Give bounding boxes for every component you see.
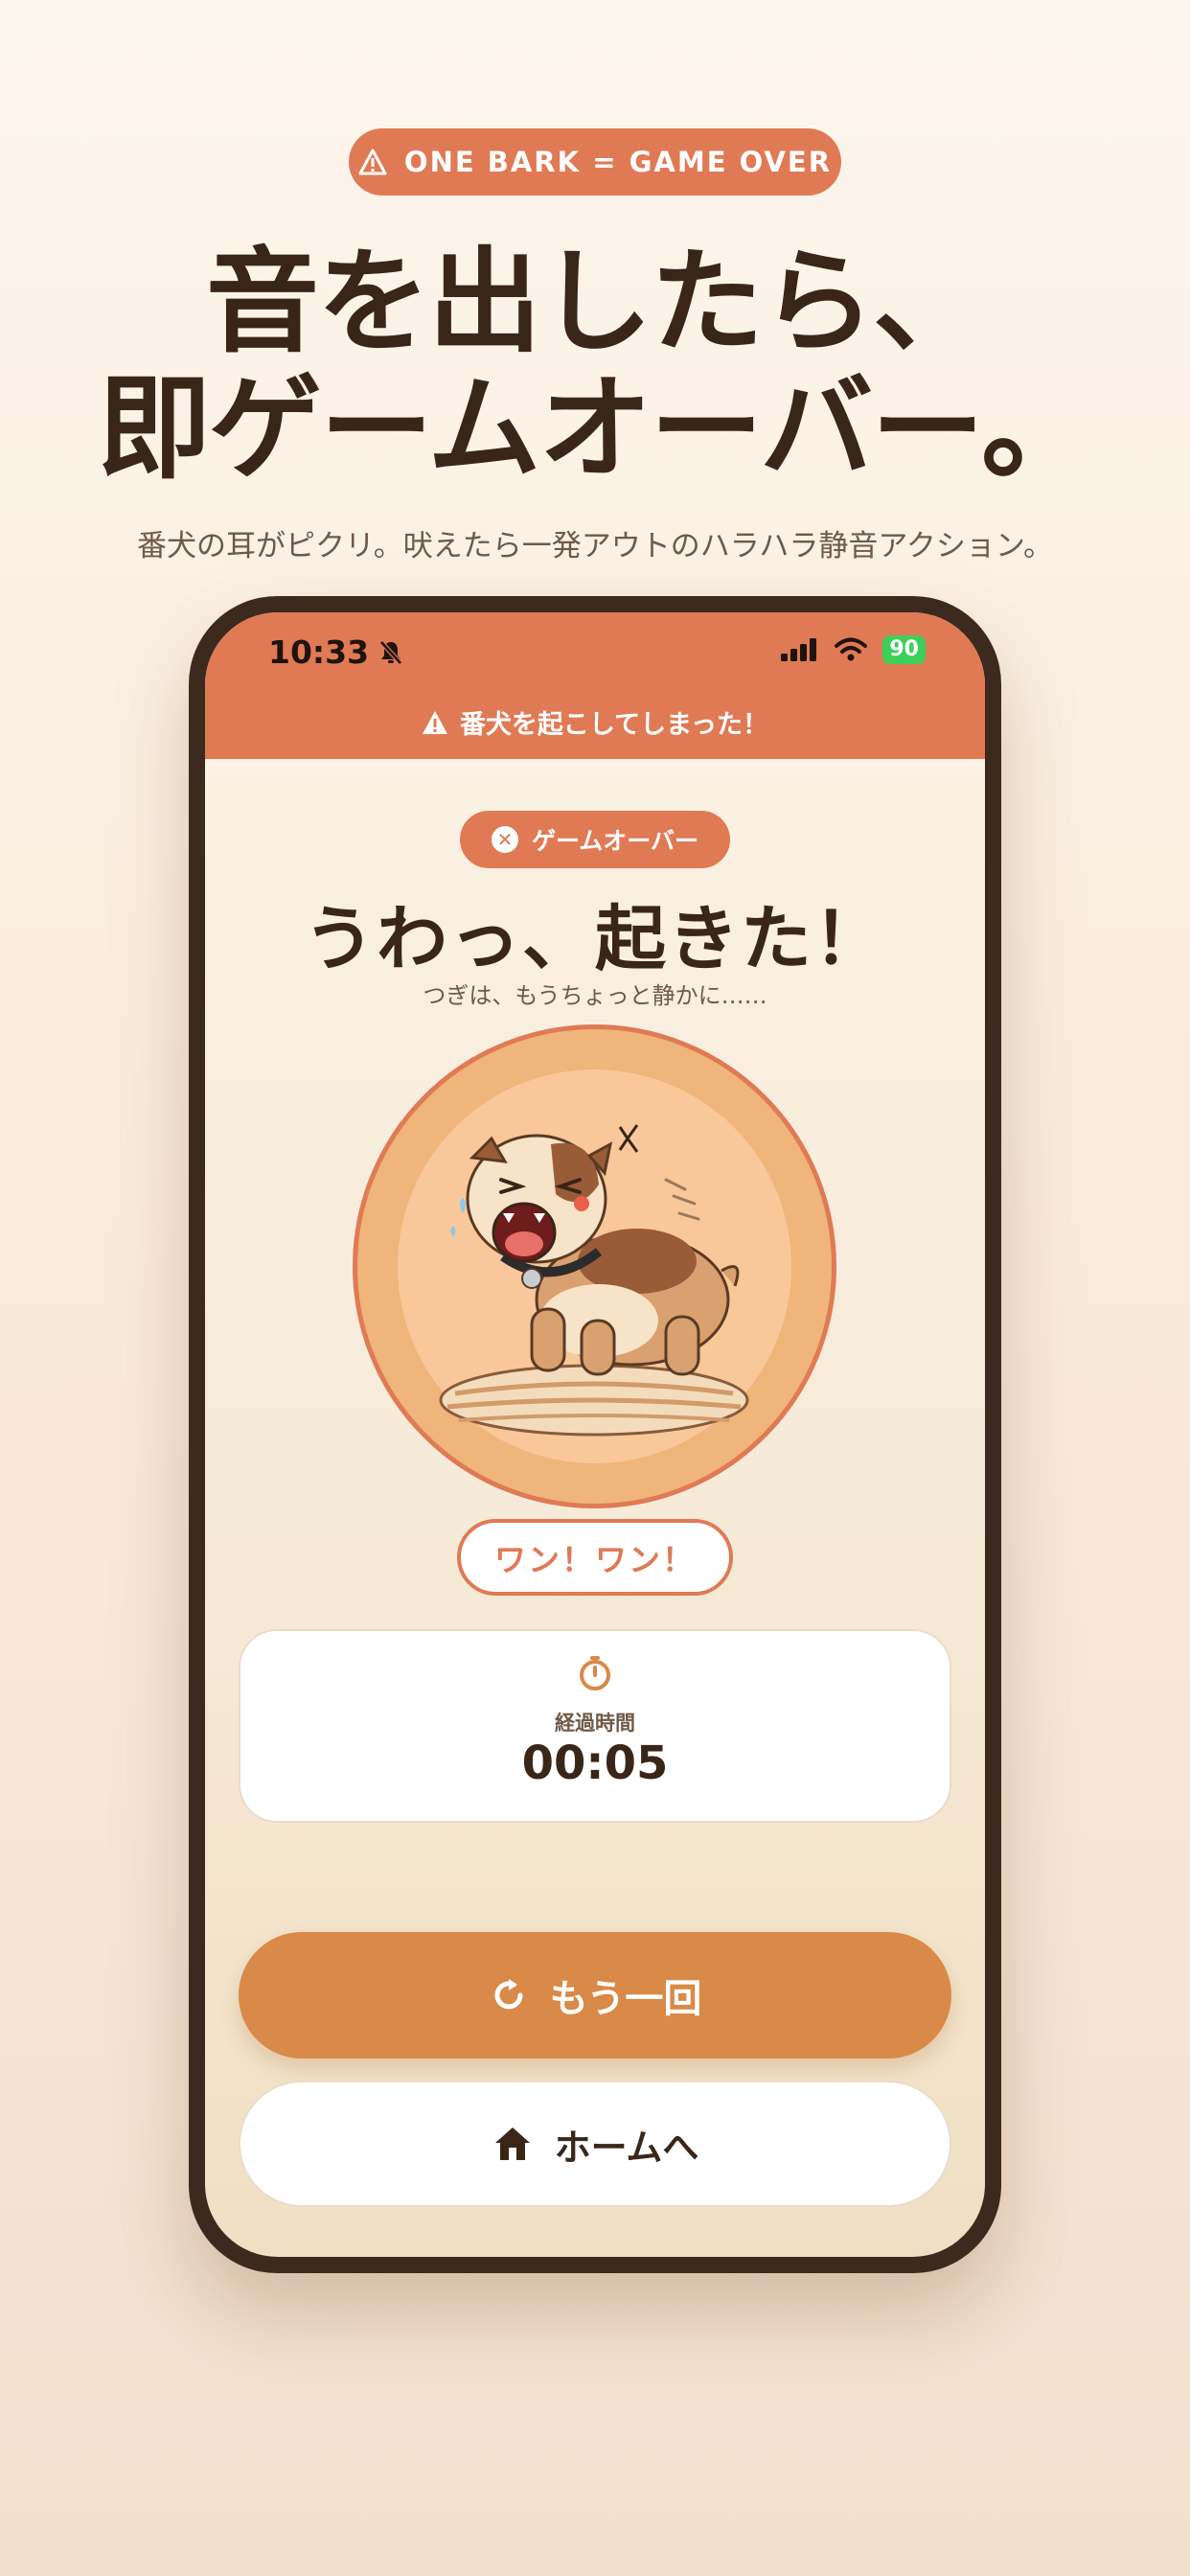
phone-screen: 10:33 90 番犬を起こしてしまった！ ✕ ゲームオーバー うわっ、起きた！…	[205, 612, 985, 2257]
retry-button[interactable]: もう一回	[239, 1932, 951, 2058]
status-time: 10:33	[268, 633, 403, 671]
alert-banner: 番犬を起こしてしまった！	[205, 703, 985, 741]
retry-icon	[494, 1979, 523, 2010]
bulldog-illustration	[439, 1124, 749, 1437]
dog-illustration-background	[398, 1070, 791, 1463]
home-button[interactable]: ホームへ	[239, 2081, 951, 2207]
game-over-badge: ✕ ゲームオーバー	[460, 811, 730, 868]
alert-banner-text: 番犬を起こしてしまった！	[459, 710, 769, 740]
barking-dog-illustration	[353, 1024, 836, 1508]
warning-icon	[422, 710, 447, 734]
phone-frame: 10:33 90 番犬を起こしてしまった！ ✕ ゲームオーバー うわっ、起きた！…	[189, 596, 1001, 2273]
elapsed-time-card: 経過時間 00:05	[239, 1629, 951, 1823]
game-over-badge-text: ゲームオーバー	[531, 827, 698, 855]
signal-icon	[781, 638, 817, 661]
result-title: うわっ、起きた！	[304, 898, 886, 980]
battery-indicator: 90	[882, 635, 926, 664]
subcopy: 番犬の耳がピクリ。吠えたら一発アウトのハラハラ静音アクション。	[136, 529, 1054, 564]
elapsed-time-value: 00:05	[521, 1736, 669, 1790]
bark-bubble: ワン！ワン！	[457, 1519, 733, 1596]
pill-text: ONE BARK = GAME OVER	[403, 146, 833, 178]
headline-line-2: 即ゲームオーバー。	[97, 362, 1094, 494]
game-over-pill: ONE BARK = GAME OVER	[349, 128, 841, 196]
bell-slash-icon	[379, 639, 402, 665]
x-circle-icon: ✕	[491, 826, 518, 853]
home-button-label: ホームへ	[554, 2126, 699, 2169]
headline-line-1: 音を出したら、	[205, 236, 986, 368]
status-indicators: 90	[781, 635, 926, 664]
warning-icon	[358, 149, 387, 175]
retry-button-label: もう一回	[549, 1977, 702, 2021]
wifi-icon	[835, 637, 868, 661]
status-time-text: 10:33	[268, 633, 370, 671]
result-subtitle: つぎは、もうちょっと静かに……	[423, 982, 767, 1009]
elapsed-time-label: 経過時間	[555, 1712, 635, 1735]
home-icon	[494, 2128, 530, 2160]
timer-icon	[580, 1656, 610, 1690]
